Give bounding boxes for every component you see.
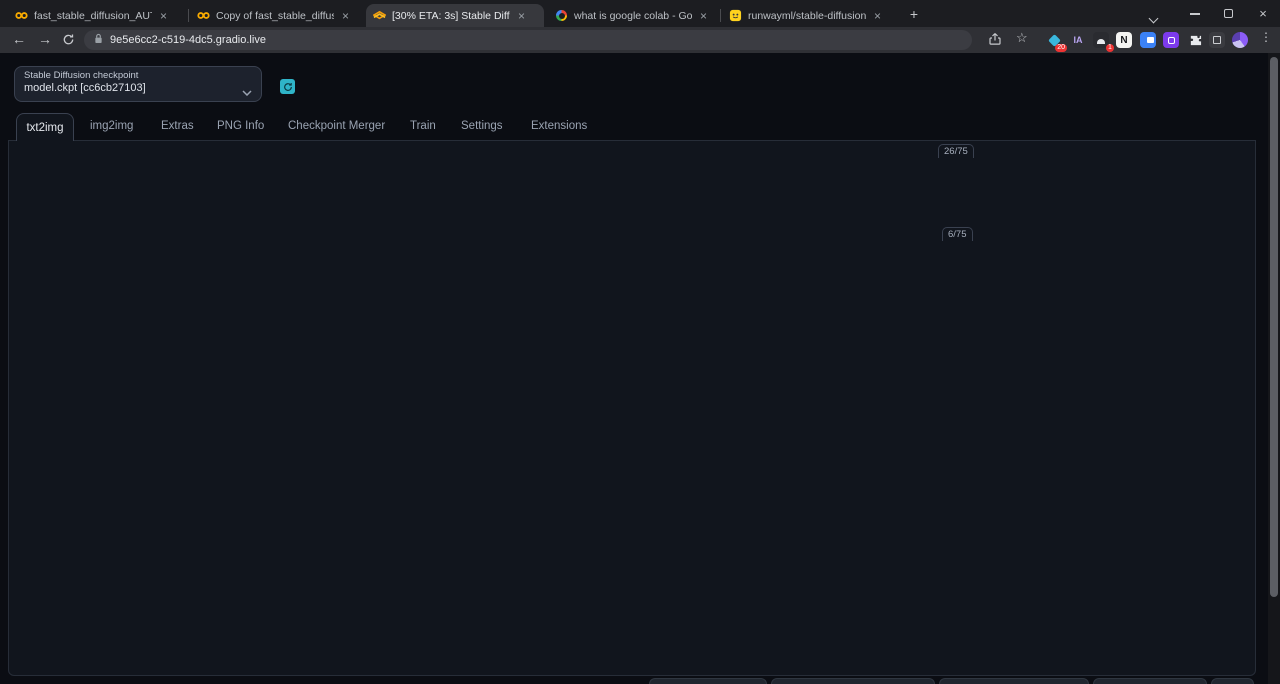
huggingface-icon [729,9,742,22]
ext-notion-icon[interactable]: N [1116,32,1132,48]
tab-img2img[interactable]: img2img [90,120,133,132]
tab-title: runwayml/stable-diffusion-v1 [748,10,866,22]
url-text[interactable]: 9e5e6cc2-c519-4dc5.gradio.live [110,34,266,46]
browser-tab-stable-diffusion[interactable]: [30% ETA: 3s] Stable Diffusion × [366,4,544,27]
tab-png-info[interactable]: PNG Info [217,120,264,132]
page-scrollbar-thumb[interactable] [1270,57,1278,597]
prompt-token-counter: 26/75 [938,144,974,158]
lock-icon [94,31,103,49]
tab-title: fast_stable_diffusion_AUTOMA [34,10,152,22]
browser-tab-google-search[interactable]: what is google colab - Googl × [548,4,718,27]
tab-close-icon[interactable]: × [872,11,883,21]
checkpoint-dropdown[interactable]: Stable Diffusion checkpoint model.ckpt [… [14,66,262,102]
tab-title: what is google colab - Googl [574,10,692,22]
ext-chat-icon[interactable]: 1 [1093,32,1109,48]
window-menu-chevron-icon[interactable] [1150,9,1157,27]
tab-close-icon[interactable]: × [158,11,169,21]
tab-txt2img[interactable]: txt2img [16,113,74,141]
bottom-action-button[interactable] [1211,678,1254,684]
profile-avatar[interactable] [1232,32,1248,48]
bottom-action-button[interactable] [939,678,1089,684]
tab-title: Copy of fast_stable_diffusion_ [216,10,334,22]
tab-extensions[interactable]: Extensions [531,120,587,132]
tab-separator [188,9,189,22]
tab-title: [30% ETA: 3s] Stable Diffusion [392,10,510,22]
negative-prompt-token-counter: 6/75 [942,227,973,241]
ext-purple-icon[interactable] [1163,32,1179,48]
bottom-action-button[interactable] [1093,678,1207,684]
checkpoint-refresh-icon[interactable] [280,79,295,94]
browser-menu-kebab-icon[interactable]: ⋮ [1260,30,1272,44]
tab-train[interactable]: Train [410,120,436,132]
screen: fast_stable_diffusion_AUTOMA × Copy of f… [0,0,1280,684]
checkpoint-label: Stable Diffusion checkpoint [24,70,252,81]
colab-icon [15,9,28,22]
gradio-icon [373,9,386,22]
browser-tab-colab-2[interactable]: Copy of fast_stable_diffusion_ × [190,4,364,27]
tab-settings[interactable]: Settings [461,120,503,132]
bottom-action-button[interactable] [649,678,767,684]
browser-tab-colab-1[interactable]: fast_stable_diffusion_AUTOMA × [8,4,186,27]
ext-blue-icon[interactable] [1140,32,1156,48]
tab-separator [720,9,721,22]
tab-close-icon[interactable]: × [698,11,709,21]
bottom-action-button[interactable] [771,678,935,684]
google-icon [555,9,568,22]
txt2img-panel [8,140,1256,676]
chevron-down-icon [242,83,252,101]
ext-ia-icon[interactable]: IA [1070,32,1086,48]
extensions-puzzle-icon[interactable] [1187,32,1203,48]
tab-close-icon[interactable]: × [516,11,527,21]
forward-icon[interactable]: → [38,31,52,47]
window-maximize-button[interactable] [1224,9,1233,18]
window-close-button[interactable]: × [1252,6,1274,21]
tab-extras[interactable]: Extras [161,120,194,132]
colab-icon [197,9,210,22]
ext-pin-icon[interactable]: 20 [1046,32,1062,48]
window-minimize-button[interactable] [1190,13,1200,15]
bookmark-star-icon[interactable]: ☆ [1016,30,1028,46]
checkpoint-value: model.ckpt [cc6cb27103] [24,82,252,94]
share-icon[interactable] [988,32,1002,51]
browser-tab-huggingface[interactable]: runwayml/stable-diffusion-v1 × [722,4,896,27]
tab-checkpoint-merger[interactable]: Checkpoint Merger [288,120,385,132]
new-tab-button[interactable]: + [905,6,923,24]
address-bar[interactable]: 9e5e6cc2-c519-4dc5.gradio.live [84,30,972,50]
reload-icon[interactable] [62,33,75,51]
ext-dark-icon[interactable] [1209,32,1225,48]
ext-chat-badge: 1 [1106,44,1114,52]
back-icon[interactable]: ← [12,31,26,47]
ext-pin-badge: 20 [1055,44,1067,52]
tab-close-icon[interactable]: × [340,11,351,21]
